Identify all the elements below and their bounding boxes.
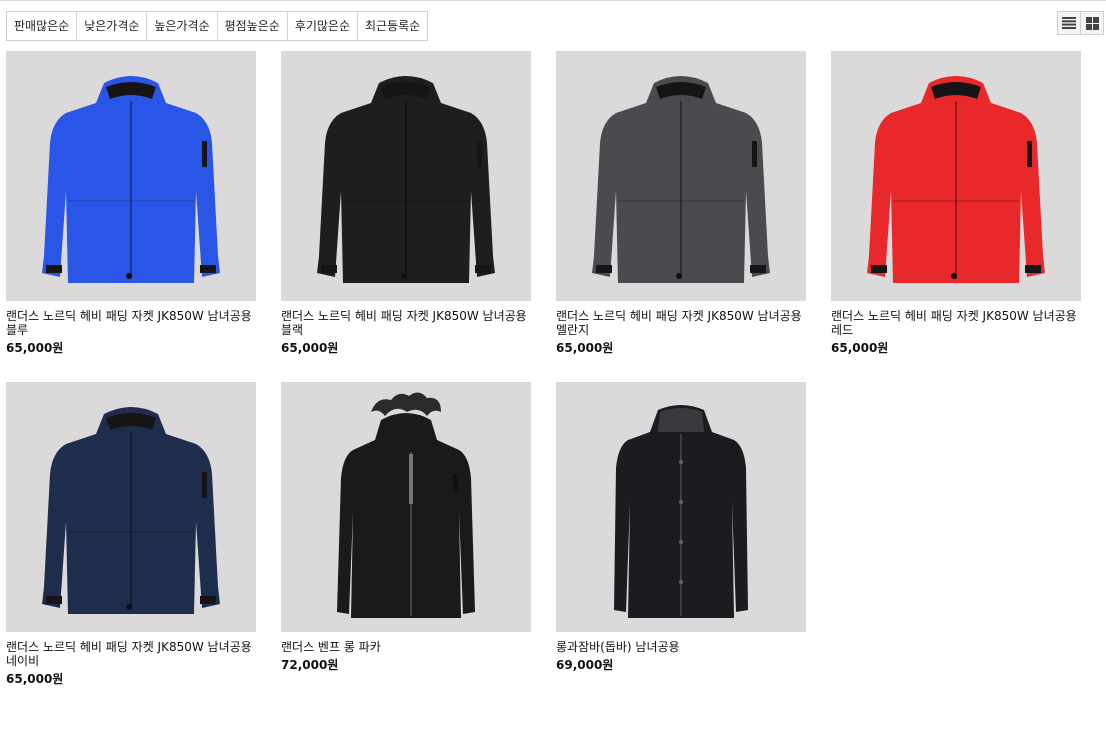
sort-high-price[interactable]: 높은가격순 — [147, 12, 218, 40]
product-price: 65,000원 — [6, 672, 64, 686]
product-image[interactable] — [831, 51, 1081, 301]
product-image[interactable] — [281, 382, 531, 632]
grid-view-icon — [1085, 16, 1099, 30]
list-view-button[interactable] — [1058, 12, 1080, 34]
product-price: 72,000원 — [281, 658, 339, 672]
sort-low-price[interactable]: 낮은가격순 — [77, 12, 148, 40]
product-card[interactable]: 롱과잠바(돕바) 남녀공용 69,000원 — [556, 382, 806, 673]
sort-best-selling[interactable]: 판매많은순 — [7, 12, 78, 40]
list-view-icon — [1062, 17, 1076, 29]
view-toggle — [1057, 11, 1104, 35]
product-card[interactable]: 랜더스 벤프 롱 파카 72,000원 — [281, 382, 531, 673]
product-name[interactable]: 랜더스 노르딕 헤비 패딩 자켓 JK850W 남녀공용 네이비 — [6, 640, 256, 668]
product-price: 65,000원 — [831, 341, 889, 355]
product-price: 69,000원 — [556, 658, 614, 672]
product-image[interactable] — [6, 382, 256, 632]
sort-top-rated[interactable]: 평점높은순 — [218, 12, 288, 40]
grid-view-button[interactable] — [1080, 12, 1103, 34]
sort-newest[interactable]: 최근등록순 — [358, 12, 427, 40]
product-name[interactable]: 랜더스 노르딕 헤비 패딩 자켓 JK850W 남녀공용 블루 — [6, 309, 256, 337]
product-name[interactable]: 랜더스 노르딕 헤비 패딩 자켓 JK850W 남녀공용 레드 — [831, 309, 1081, 337]
product-image[interactable] — [281, 51, 531, 301]
product-name[interactable]: 랜더스 벤프 롱 파카 — [281, 640, 531, 654]
product-image[interactable] — [556, 382, 806, 632]
top-divider — [0, 0, 1106, 1]
sort-most-reviews[interactable]: 후기많은순 — [288, 12, 359, 40]
product-name[interactable]: 랜더스 노르딕 헤비 패딩 자켓 JK850W 남녀공용 블랙 — [281, 309, 531, 337]
product-card[interactable]: 랜더스 노르딕 헤비 패딩 자켓 JK850W 남녀공용 네이비 65,000원 — [6, 382, 256, 687]
product-card[interactable]: 랜더스 노르딕 헤비 패딩 자켓 JK850W 남녀공용 블랙 65,000원 — [281, 51, 531, 356]
product-card[interactable]: 랜더스 노르딕 헤비 패딩 자켓 JK850W 남녀공용 레드 65,000원 — [831, 51, 1081, 356]
product-name[interactable]: 랜더스 노르딕 헤비 패딩 자켓 JK850W 남녀공용 멜란지 — [556, 309, 806, 337]
product-price: 65,000원 — [281, 341, 339, 355]
product-name[interactable]: 롱과잠바(돕바) 남녀공용 — [556, 640, 806, 654]
product-image[interactable] — [556, 51, 806, 301]
product-card[interactable]: 랜더스 노르딕 헤비 패딩 자켓 JK850W 남녀공용 블루 65,000원 — [6, 51, 256, 356]
product-card[interactable]: 랜더스 노르딕 헤비 패딩 자켓 JK850W 남녀공용 멜란지 65,000원 — [556, 51, 806, 356]
product-image[interactable] — [6, 51, 256, 301]
product-price: 65,000원 — [556, 341, 614, 355]
product-price: 65,000원 — [6, 341, 64, 355]
sort-bar: 판매많은순 낮은가격순 높은가격순 평점높은순 후기많은순 최근등록순 — [6, 11, 429, 41]
